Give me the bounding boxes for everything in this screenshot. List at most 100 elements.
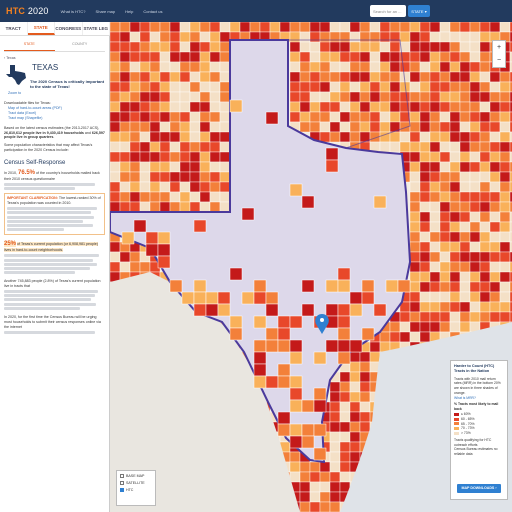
tract-cell xyxy=(289,351,303,365)
tract-cell xyxy=(209,171,221,183)
tract-cell xyxy=(179,131,191,143)
tract-cell xyxy=(389,101,401,113)
tract-cell xyxy=(419,41,431,53)
tract-cell xyxy=(419,22,431,33)
tract-cell xyxy=(429,31,441,43)
tract-cell xyxy=(419,61,431,73)
checkbox-icon[interactable] xyxy=(120,481,124,485)
tract-cell xyxy=(189,141,201,153)
nav-share-map[interactable]: Share map xyxy=(96,9,116,14)
tract-cell xyxy=(469,261,481,273)
tract-cell xyxy=(319,461,331,473)
what-is-mrr-link[interactable]: What is MRR? xyxy=(454,396,504,401)
tract-cell xyxy=(189,81,201,93)
tract-cell xyxy=(469,22,481,33)
tract-cell xyxy=(469,81,481,93)
tract-cell xyxy=(409,71,421,83)
tract-cell xyxy=(469,151,481,163)
tract-cell xyxy=(349,51,361,63)
tract-cell xyxy=(339,371,351,383)
tract-cell xyxy=(337,339,351,353)
brand-logo[interactable]: HTC 2020 xyxy=(6,6,49,16)
tract-cell xyxy=(339,111,351,123)
tract-cell xyxy=(409,131,421,143)
tract-cell xyxy=(459,291,471,303)
tract-cell xyxy=(277,411,291,425)
nav-help[interactable]: Help xyxy=(125,9,133,14)
tract-cell xyxy=(419,291,431,303)
tract-cell xyxy=(409,111,421,123)
tract-cell xyxy=(169,181,181,193)
tract-cell xyxy=(359,371,371,383)
tract-cell xyxy=(189,111,201,123)
checkbox-checked-icon[interactable] xyxy=(120,488,124,492)
tab-tract[interactable]: TRACT xyxy=(0,22,28,35)
self-response-lead: In 2010, xyxy=(4,171,17,175)
tract-cell xyxy=(349,421,361,433)
tract-cell xyxy=(199,61,211,73)
tract-cell xyxy=(339,441,351,453)
hard-pct: 25% xyxy=(4,241,17,248)
tract-cell xyxy=(369,61,381,73)
map-downloads-button[interactable]: MAP DOWNLOADS › xyxy=(457,484,501,493)
zoom-to-link[interactable]: Zoom to xyxy=(8,91,105,96)
nav-what-is-htc[interactable]: What is HTC? xyxy=(61,9,86,14)
tract-cell xyxy=(189,131,201,143)
tract-cell xyxy=(129,71,141,83)
tract-cell xyxy=(169,171,181,183)
tract-cell xyxy=(149,181,161,193)
tab-state[interactable]: STATE xyxy=(27,22,55,35)
layer-base-map[interactable]: BASE MAP xyxy=(120,474,152,478)
tract-cell xyxy=(489,101,501,113)
tract-cell xyxy=(349,451,361,463)
tract-cell xyxy=(209,91,221,103)
tab-congress[interactable]: CONGRESS xyxy=(55,22,83,35)
layer-htc[interactable]: HTC xyxy=(120,488,152,492)
tract-cell xyxy=(159,181,171,193)
hard-to-count-section: 25% of Texas's current population (or 6,… xyxy=(4,240,105,275)
tract-cell xyxy=(169,151,181,163)
tract-cell xyxy=(399,331,411,343)
tract-cell xyxy=(409,321,421,333)
tract-cell xyxy=(469,231,481,243)
state-select-button[interactable]: STATE ▾ xyxy=(408,5,430,17)
layer-satellite[interactable]: SATELLITE xyxy=(120,481,152,485)
breadcrumb[interactable]: ‹ Texas xyxy=(4,56,105,61)
tract-cell xyxy=(110,181,121,193)
tract-cell xyxy=(129,171,141,183)
tract-cell xyxy=(349,61,361,73)
tract-cell xyxy=(389,331,401,343)
tab-state-leg[interactable]: STATE LEG xyxy=(83,22,110,35)
tract-cell xyxy=(489,121,501,133)
tract-cell xyxy=(301,399,315,413)
tract-cell xyxy=(499,271,511,283)
tract-cell xyxy=(399,311,411,323)
tract-cell xyxy=(181,291,195,305)
zoom-out-button[interactable]: − xyxy=(497,57,501,64)
info-panel[interactable]: STATE COUNTY ‹ Texas TEXAS The 2020 Cens… xyxy=(0,36,110,512)
tract-cell xyxy=(449,151,461,163)
tract-cell xyxy=(449,231,461,243)
subtab-county[interactable]: COUNTY xyxy=(55,39,106,51)
tract-cell xyxy=(349,291,363,305)
geography-tabs: TRACT STATE CONGRESS STATE LEG xyxy=(0,22,110,36)
tract-cell xyxy=(179,81,191,93)
tract-cell xyxy=(489,231,501,243)
zoom-in-button[interactable]: + xyxy=(497,44,501,51)
tract-cell xyxy=(299,71,311,83)
search-input[interactable]: Search for an ... xyxy=(370,5,406,17)
tract-cell xyxy=(419,281,431,293)
download-shapefile-link[interactable]: Tract map (Shapefile) xyxy=(8,116,105,121)
nav-contact[interactable]: Contact us xyxy=(143,9,162,14)
tract-cell xyxy=(349,111,361,123)
tract-cell xyxy=(319,101,331,113)
tract-cell xyxy=(110,31,121,43)
checkbox-icon[interactable] xyxy=(120,474,124,478)
tract-cell xyxy=(339,121,351,133)
tract-cell xyxy=(159,141,171,153)
tract-cell xyxy=(479,161,491,173)
tract-cell xyxy=(299,121,311,133)
subtab-state[interactable]: STATE xyxy=(4,39,55,51)
tract-cell xyxy=(499,191,511,203)
tract-cell xyxy=(489,171,501,183)
